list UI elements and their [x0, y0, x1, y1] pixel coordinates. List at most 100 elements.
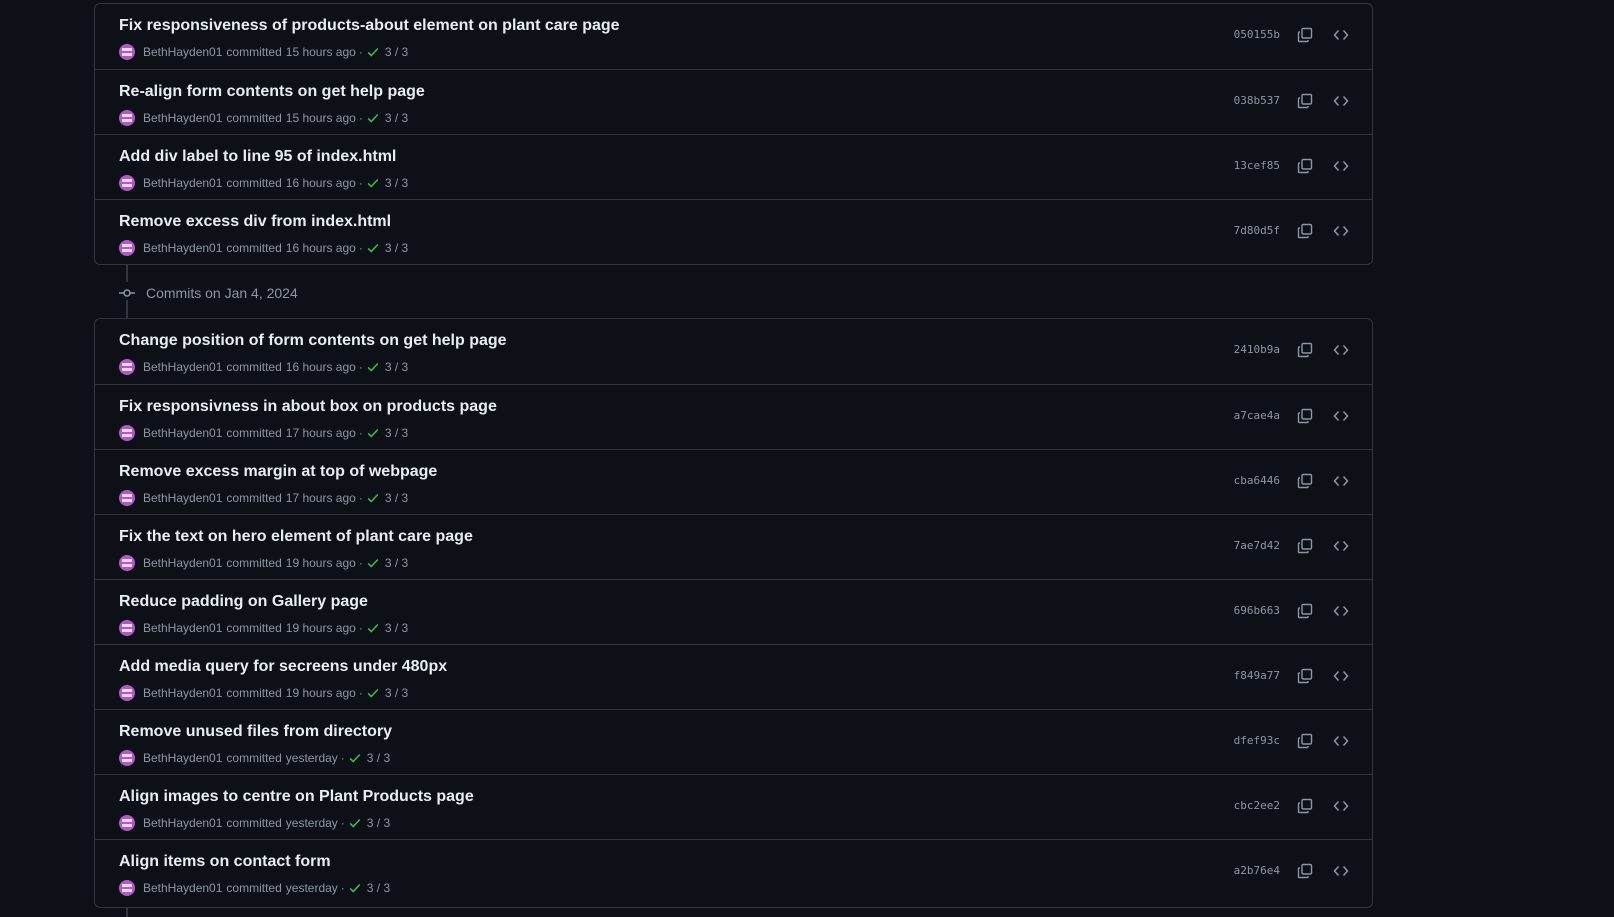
check-icon[interactable] [366, 491, 380, 505]
avatar[interactable] [119, 620, 135, 636]
check-icon[interactable] [366, 621, 380, 635]
commit-sha-link[interactable]: 696b663 [1234, 604, 1280, 617]
copy-icon[interactable] [1294, 155, 1316, 177]
copy-icon[interactable] [1294, 795, 1316, 817]
check-icon[interactable] [348, 816, 362, 830]
author-link[interactable]: BethHayden01 [143, 111, 222, 125]
avatar[interactable] [119, 425, 135, 441]
code-icon[interactable] [1330, 860, 1352, 882]
copy-icon[interactable] [1294, 730, 1316, 752]
commit-sha-link[interactable]: 7ae7d42 [1234, 539, 1280, 552]
commit-title-link[interactable]: Add media query for secreens under 480px [119, 658, 447, 676]
author-link[interactable]: BethHayden01 [143, 241, 222, 255]
code-icon[interactable] [1330, 155, 1352, 177]
checks-status[interactable]: 3 / 3 [385, 426, 408, 440]
avatar[interactable] [119, 880, 135, 896]
check-icon[interactable] [366, 360, 380, 374]
author-link[interactable]: BethHayden01 [143, 45, 222, 59]
check-icon[interactable] [366, 556, 380, 570]
avatar[interactable] [119, 44, 135, 60]
commit-sha-link[interactable]: f849a77 [1234, 669, 1280, 682]
checks-status[interactable]: 3 / 3 [385, 491, 408, 505]
author-link[interactable]: BethHayden01 [143, 816, 222, 830]
avatar[interactable] [119, 750, 135, 766]
author-link[interactable]: BethHayden01 [143, 881, 222, 895]
author-link[interactable]: BethHayden01 [143, 686, 222, 700]
commit-title-link[interactable]: Remove excess div from index.html [119, 213, 391, 231]
commit-sha-link[interactable]: a2b76e4 [1234, 864, 1280, 877]
copy-icon[interactable] [1294, 405, 1316, 427]
author-link[interactable]: BethHayden01 [143, 426, 222, 440]
avatar[interactable] [119, 815, 135, 831]
avatar[interactable] [119, 359, 135, 375]
code-icon[interactable] [1330, 24, 1352, 46]
checks-status[interactable]: 3 / 3 [367, 751, 390, 765]
author-link[interactable]: BethHayden01 [143, 360, 222, 374]
commit-title-link[interactable]: Add div label to line 95 of index.html [119, 148, 396, 166]
author-link[interactable]: BethHayden01 [143, 621, 222, 635]
check-icon[interactable] [366, 686, 380, 700]
check-icon[interactable] [366, 111, 380, 125]
check-icon[interactable] [348, 751, 362, 765]
checks-status[interactable]: 3 / 3 [385, 176, 408, 190]
commit-title-link[interactable]: Remove unused files from directory [119, 723, 392, 741]
commit-sha-link[interactable]: dfef93c [1234, 734, 1280, 747]
check-icon[interactable] [366, 176, 380, 190]
avatar[interactable] [119, 175, 135, 191]
checks-status[interactable]: 3 / 3 [367, 816, 390, 830]
commit-sha-link[interactable]: 7d80d5f [1234, 224, 1280, 237]
commit-title-link[interactable]: Reduce padding on Gallery page [119, 593, 368, 611]
check-icon[interactable] [366, 45, 380, 59]
checks-status[interactable]: 3 / 3 [385, 556, 408, 570]
commit-title-link[interactable]: Change position of form contents on get … [119, 332, 507, 350]
checks-status[interactable]: 3 / 3 [385, 45, 408, 59]
commit-title-link[interactable]: Fix responsiveness of products-about ele… [119, 17, 620, 35]
commit-title-link[interactable]: Fix the text on hero element of plant ca… [119, 528, 473, 546]
copy-icon[interactable] [1294, 90, 1316, 112]
code-icon[interactable] [1330, 90, 1352, 112]
check-icon[interactable] [366, 426, 380, 440]
copy-icon[interactable] [1294, 24, 1316, 46]
author-link[interactable]: BethHayden01 [143, 751, 222, 765]
checks-status[interactable]: 3 / 3 [385, 241, 408, 255]
code-icon[interactable] [1330, 470, 1352, 492]
checks-status[interactable]: 3 / 3 [385, 360, 408, 374]
avatar[interactable] [119, 555, 135, 571]
avatar[interactable] [119, 240, 135, 256]
code-icon[interactable] [1330, 339, 1352, 361]
check-icon[interactable] [366, 241, 380, 255]
code-icon[interactable] [1330, 535, 1352, 557]
code-icon[interactable] [1330, 730, 1352, 752]
code-icon[interactable] [1330, 795, 1352, 817]
copy-icon[interactable] [1294, 600, 1316, 622]
commit-sha-link[interactable]: 2410b9a [1234, 343, 1280, 356]
checks-status[interactable]: 3 / 3 [367, 881, 390, 895]
commit-sha-link[interactable]: cbc2ee2 [1234, 799, 1280, 812]
commit-title-link[interactable]: Remove excess margin at top of webpage [119, 463, 437, 481]
code-icon[interactable] [1330, 665, 1352, 687]
author-link[interactable]: BethHayden01 [143, 491, 222, 505]
commit-title-link[interactable]: Align items on contact form [119, 853, 331, 871]
code-icon[interactable] [1330, 220, 1352, 242]
avatar[interactable] [119, 490, 135, 506]
copy-icon[interactable] [1294, 220, 1316, 242]
commit-title-link[interactable]: Align images to centre on Plant Products… [119, 788, 474, 806]
commit-sha-link[interactable]: 13cef85 [1234, 159, 1280, 172]
code-icon[interactable] [1330, 600, 1352, 622]
copy-icon[interactable] [1294, 665, 1316, 687]
copy-icon[interactable] [1294, 860, 1316, 882]
avatar[interactable] [119, 110, 135, 126]
commit-sha-link[interactable]: cba6446 [1234, 474, 1280, 487]
author-link[interactable]: BethHayden01 [143, 176, 222, 190]
commit-title-link[interactable]: Re-align form contents on get help page [119, 83, 425, 101]
checks-status[interactable]: 3 / 3 [385, 686, 408, 700]
code-icon[interactable] [1330, 405, 1352, 427]
copy-icon[interactable] [1294, 535, 1316, 557]
checks-status[interactable]: 3 / 3 [385, 621, 408, 635]
check-icon[interactable] [348, 881, 362, 895]
commit-title-link[interactable]: Fix responsivness in about box on produc… [119, 398, 497, 416]
author-link[interactable]: BethHayden01 [143, 556, 222, 570]
copy-icon[interactable] [1294, 339, 1316, 361]
avatar[interactable] [119, 685, 135, 701]
commit-sha-link[interactable]: 038b537 [1234, 94, 1280, 107]
